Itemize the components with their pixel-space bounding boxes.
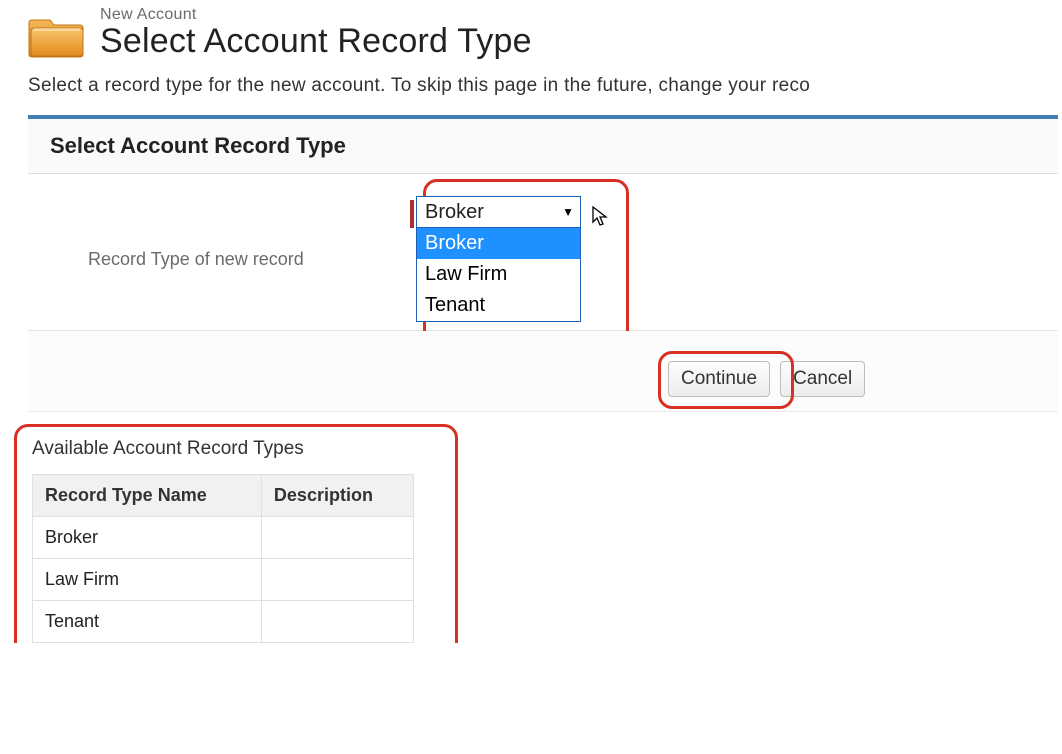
record-type-option[interactable]: Tenant xyxy=(417,290,580,321)
record-type-selected-value: Broker xyxy=(425,201,484,224)
col-record-type-name: Record Type Name xyxy=(33,475,262,517)
record-type-option[interactable]: Law Firm xyxy=(417,259,580,290)
page-header: New Account Select Account Record Type xyxy=(28,6,1058,61)
table-row: Broker xyxy=(33,517,414,559)
cell-record-type-name: Tenant xyxy=(33,601,262,643)
folder-icon xyxy=(28,8,86,60)
cell-description xyxy=(261,517,413,559)
record-type-label: Record Type of new record xyxy=(88,249,398,270)
available-types-table: Record Type Name Description BrokerLaw F… xyxy=(32,474,414,643)
record-type-panel: Select Account Record Type Record Type o… xyxy=(28,115,1058,412)
table-row: Tenant xyxy=(33,601,414,643)
cancel-button[interactable]: Cancel xyxy=(780,361,865,397)
record-type-option[interactable]: Broker xyxy=(417,228,580,259)
col-description: Description xyxy=(261,475,413,517)
panel-title: Select Account Record Type xyxy=(28,119,1058,174)
available-types-title: Available Account Record Types xyxy=(32,438,448,460)
cell-description xyxy=(261,601,413,643)
record-type-select[interactable]: Broker ▼ BrokerLaw FirmTenant xyxy=(416,196,581,322)
intro-text: Select a record type for the new account… xyxy=(28,75,1058,97)
cursor-icon xyxy=(592,206,610,234)
page-title: Select Account Record Type xyxy=(100,22,532,61)
cell-record-type-name: Law Firm xyxy=(33,559,262,601)
cell-record-type-name: Broker xyxy=(33,517,262,559)
continue-button[interactable]: Continue xyxy=(668,361,770,397)
required-indicator xyxy=(410,200,414,228)
chevron-down-icon: ▼ xyxy=(562,205,574,219)
cell-description xyxy=(261,559,413,601)
table-row: Law Firm xyxy=(33,559,414,601)
